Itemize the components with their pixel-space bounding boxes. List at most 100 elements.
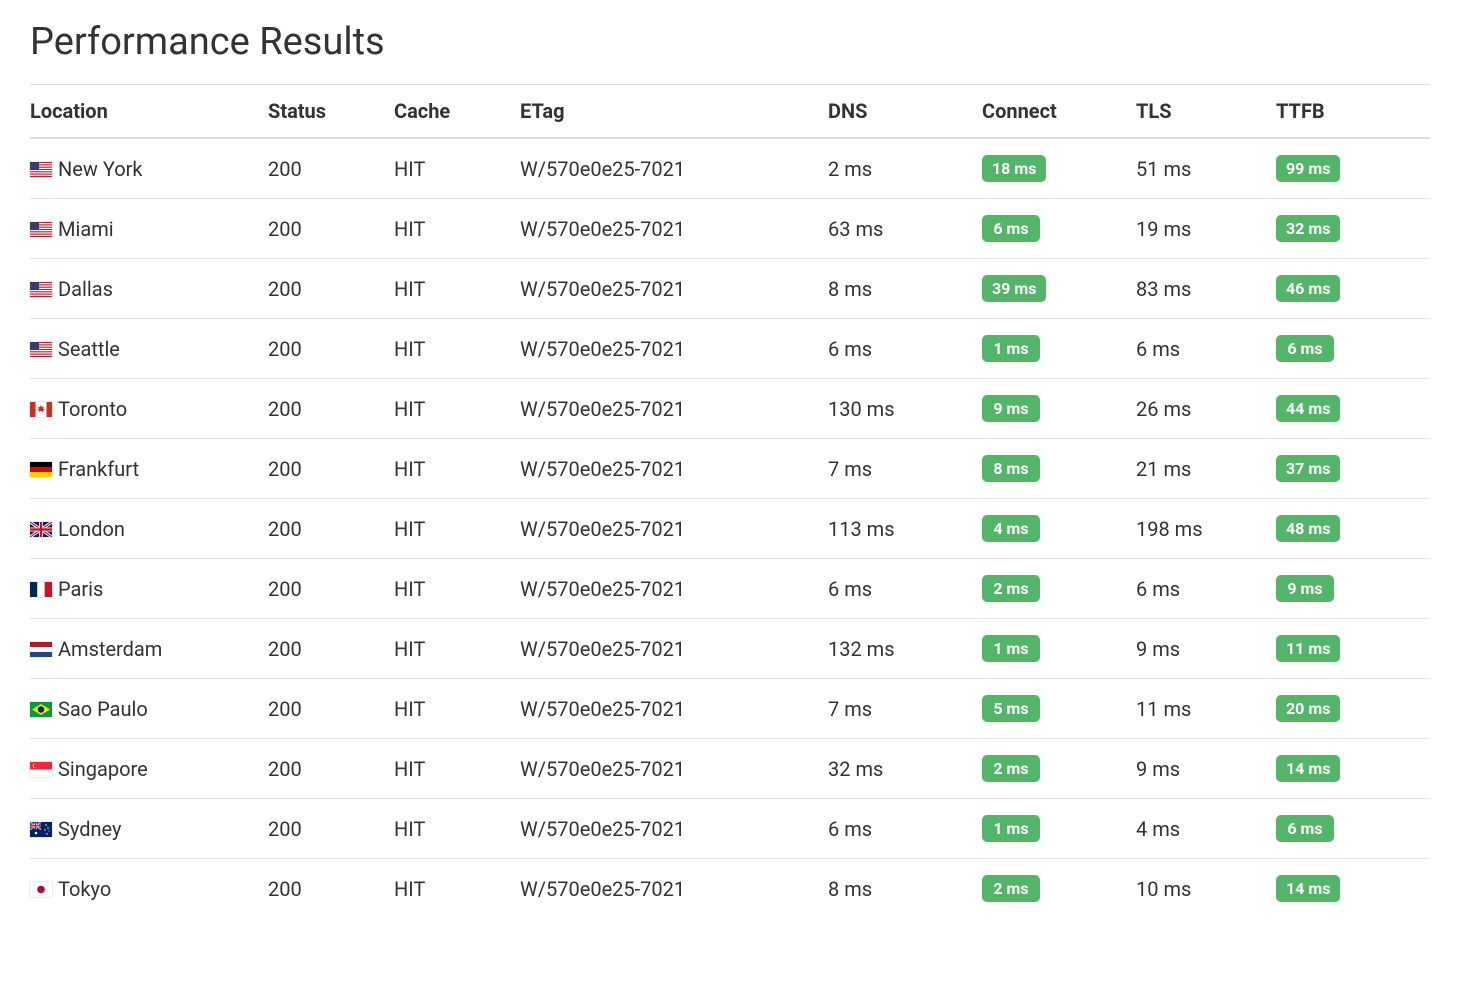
ttfb-badge: 14 ms bbox=[1276, 875, 1340, 902]
flag-fr-icon bbox=[30, 582, 52, 597]
table-row: Dallas200HITW/570e0e25-70218 ms39 ms83 m… bbox=[30, 259, 1430, 319]
connect-badge: 2 ms bbox=[982, 875, 1040, 902]
cell-tls: 198 ms bbox=[1136, 499, 1276, 559]
ttfb-badge: 11 ms bbox=[1276, 635, 1340, 662]
cell-dns: 8 ms bbox=[828, 259, 982, 319]
connect-badge: 5 ms bbox=[982, 695, 1040, 722]
cell-status: 200 bbox=[268, 679, 394, 739]
ttfb-badge: 32 ms bbox=[1276, 215, 1340, 242]
cell-dns: 130 ms bbox=[828, 379, 982, 439]
location-name: Sydney bbox=[58, 817, 121, 841]
connect-badge: 9 ms bbox=[982, 395, 1040, 422]
cell-etag: W/570e0e25-7021 bbox=[520, 799, 828, 859]
table-row: New York200HITW/570e0e25-70212 ms18 ms51… bbox=[30, 138, 1430, 199]
cell-ttfb: 44 ms bbox=[1276, 379, 1430, 439]
cell-connect: 2 ms bbox=[982, 739, 1136, 799]
table-header-row: Location Status Cache ETag DNS Connect T… bbox=[30, 85, 1430, 139]
cell-dns: 8 ms bbox=[828, 859, 982, 919]
cell-status: 200 bbox=[268, 259, 394, 319]
cell-connect: 1 ms bbox=[982, 799, 1136, 859]
location-name: Sao Paulo bbox=[58, 697, 148, 721]
cell-etag: W/570e0e25-7021 bbox=[520, 679, 828, 739]
cell-location: Frankfurt bbox=[30, 439, 268, 499]
cell-cache: HIT bbox=[394, 679, 520, 739]
table-row: Sydney200HITW/570e0e25-70216 ms1 ms4 ms6… bbox=[30, 799, 1430, 859]
table-row: Toronto200HITW/570e0e25-7021130 ms9 ms26… bbox=[30, 379, 1430, 439]
cell-etag: W/570e0e25-7021 bbox=[520, 619, 828, 679]
flag-us-icon bbox=[30, 342, 52, 357]
cell-status: 200 bbox=[268, 138, 394, 199]
cell-location: Miami bbox=[30, 199, 268, 259]
cell-tls: 83 ms bbox=[1136, 259, 1276, 319]
col-header-status[interactable]: Status bbox=[268, 85, 394, 139]
cell-tls: 21 ms bbox=[1136, 439, 1276, 499]
cell-location: London bbox=[30, 499, 268, 559]
ttfb-badge: 37 ms bbox=[1276, 455, 1340, 482]
cell-cache: HIT bbox=[394, 499, 520, 559]
location-name: London bbox=[58, 517, 125, 541]
cell-location: Paris bbox=[30, 559, 268, 619]
connect-badge: 8 ms bbox=[982, 455, 1040, 482]
cell-status: 200 bbox=[268, 319, 394, 379]
connect-badge: 4 ms bbox=[982, 515, 1040, 542]
performance-results-table: Location Status Cache ETag DNS Connect T… bbox=[30, 84, 1430, 918]
ttfb-badge: 20 ms bbox=[1276, 695, 1340, 722]
cell-etag: W/570e0e25-7021 bbox=[520, 559, 828, 619]
cell-location: Singapore bbox=[30, 739, 268, 799]
col-header-dns[interactable]: DNS bbox=[828, 85, 982, 139]
cell-dns: 63 ms bbox=[828, 199, 982, 259]
cell-status: 200 bbox=[268, 379, 394, 439]
connect-badge: 18 ms bbox=[982, 155, 1046, 182]
cell-dns: 132 ms bbox=[828, 619, 982, 679]
cell-tls: 26 ms bbox=[1136, 379, 1276, 439]
cell-tls: 10 ms bbox=[1136, 859, 1276, 919]
cell-ttfb: 6 ms bbox=[1276, 799, 1430, 859]
cell-connect: 4 ms bbox=[982, 499, 1136, 559]
cell-connect: 8 ms bbox=[982, 439, 1136, 499]
cell-status: 200 bbox=[268, 499, 394, 559]
col-header-etag[interactable]: ETag bbox=[520, 85, 828, 139]
connect-badge: 1 ms bbox=[982, 815, 1040, 842]
cell-ttfb: 9 ms bbox=[1276, 559, 1430, 619]
cell-cache: HIT bbox=[394, 319, 520, 379]
cell-connect: 2 ms bbox=[982, 559, 1136, 619]
cell-connect: 18 ms bbox=[982, 138, 1136, 199]
cell-ttfb: 14 ms bbox=[1276, 739, 1430, 799]
cell-etag: W/570e0e25-7021 bbox=[520, 859, 828, 919]
ttfb-badge: 9 ms bbox=[1276, 575, 1334, 602]
location-name: Frankfurt bbox=[58, 457, 139, 481]
cell-tls: 9 ms bbox=[1136, 619, 1276, 679]
connect-badge: 2 ms bbox=[982, 755, 1040, 782]
cell-dns: 32 ms bbox=[828, 739, 982, 799]
location-name: Miami bbox=[58, 217, 114, 241]
cell-tls: 6 ms bbox=[1136, 559, 1276, 619]
cell-cache: HIT bbox=[394, 259, 520, 319]
ttfb-badge: 6 ms bbox=[1276, 815, 1334, 842]
location-name: Tokyo bbox=[58, 877, 111, 901]
ttfb-badge: 99 ms bbox=[1276, 155, 1340, 182]
cell-connect: 1 ms bbox=[982, 319, 1136, 379]
table-row: Seattle200HITW/570e0e25-70216 ms1 ms6 ms… bbox=[30, 319, 1430, 379]
col-header-connect[interactable]: Connect bbox=[982, 85, 1136, 139]
flag-sg-icon bbox=[30, 762, 52, 777]
col-header-tls[interactable]: TLS bbox=[1136, 85, 1276, 139]
cell-connect: 2 ms bbox=[982, 859, 1136, 919]
cell-etag: W/570e0e25-7021 bbox=[520, 138, 828, 199]
cell-etag: W/570e0e25-7021 bbox=[520, 259, 828, 319]
col-header-location[interactable]: Location bbox=[30, 85, 268, 139]
cell-ttfb: 99 ms bbox=[1276, 138, 1430, 199]
cell-ttfb: 37 ms bbox=[1276, 439, 1430, 499]
cell-dns: 113 ms bbox=[828, 499, 982, 559]
connect-badge: 2 ms bbox=[982, 575, 1040, 602]
location-name: New York bbox=[58, 157, 143, 181]
col-header-cache[interactable]: Cache bbox=[394, 85, 520, 139]
flag-us-icon bbox=[30, 162, 52, 177]
cell-etag: W/570e0e25-7021 bbox=[520, 439, 828, 499]
page-title: Performance Results bbox=[30, 20, 1430, 64]
location-name: Paris bbox=[58, 577, 103, 601]
location-name: Dallas bbox=[58, 277, 113, 301]
ttfb-badge: 48 ms bbox=[1276, 515, 1340, 542]
flag-br-icon bbox=[30, 702, 52, 717]
flag-us-icon bbox=[30, 282, 52, 297]
col-header-ttfb[interactable]: TTFB bbox=[1276, 85, 1430, 139]
